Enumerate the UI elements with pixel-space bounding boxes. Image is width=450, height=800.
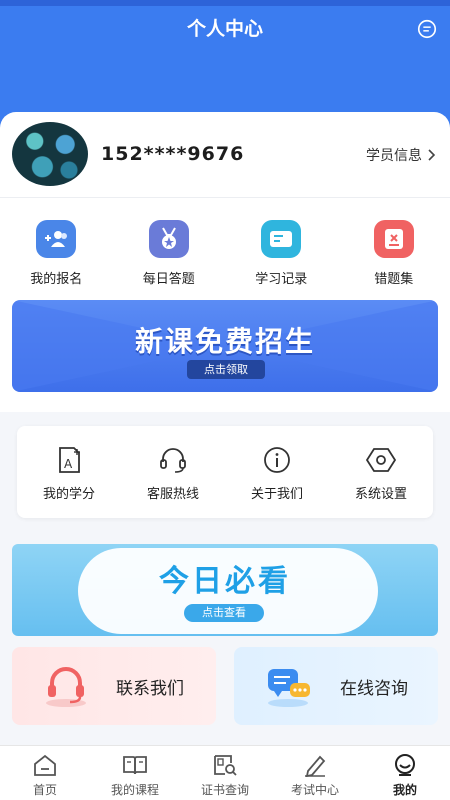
tool-label: 我的学分: [42, 487, 95, 502]
tab-label: 我的课程: [110, 783, 159, 797]
pen-icon: [305, 755, 326, 777]
quick-action-registration[interactable]: 我的报名: [0, 220, 113, 292]
student-info-label: 学员信息: [366, 148, 422, 164]
quick-action-wrong-questions[interactable]: 错题集: [338, 220, 450, 292]
contact-label: 联系我们: [116, 678, 184, 699]
quick-action-label: 学习记录: [255, 272, 308, 287]
home-icon: [34, 754, 56, 776]
settings-icon: [366, 448, 396, 472]
quick-action-daily-quiz[interactable]: 每日答题: [113, 220, 226, 292]
online-consult-card[interactable]: 在线咨询: [234, 647, 438, 725]
view-button[interactable]: 点击查看: [184, 604, 264, 622]
user-icon: [395, 754, 415, 776]
tool-system-settings[interactable]: 系统设置: [329, 426, 433, 518]
headset-icon: [160, 448, 186, 473]
tab-label: 考试中心: [290, 783, 339, 797]
quick-action-label: 错题集: [374, 272, 414, 287]
today-must-see-banner[interactable]: 今日必看 点击查看: [12, 544, 438, 636]
tab-label: 证书查询: [200, 783, 249, 797]
phone-number: 152****9676: [101, 143, 245, 165]
certificate-search-icon: [214, 755, 237, 776]
svg-text:A: A: [64, 457, 73, 471]
wrong-questions-icon: [373, 220, 414, 258]
tab-certificate-search[interactable]: 证书查询: [180, 746, 270, 800]
tool-label: 关于我们: [250, 487, 303, 502]
quick-action-study-record[interactable]: 学习记录: [225, 220, 338, 292]
tool-my-credits[interactable]: A 我的学分: [17, 426, 121, 518]
medal-icon: [148, 220, 189, 258]
tab-label: 首页: [32, 783, 57, 797]
chevron-right-icon: [428, 149, 436, 161]
book-icon: [123, 756, 147, 775]
claim-button[interactable]: 点击领取: [187, 360, 265, 379]
status-strip: [0, 0, 450, 6]
tool-label: 客服热线: [146, 487, 199, 502]
contact-label: 在线咨询: [340, 678, 408, 699]
page-title: 个人中心: [186, 18, 263, 40]
quick-actions: 我的报名 每日答题 学习记录 错题集: [0, 220, 450, 292]
banner-title: 今日必看: [159, 564, 291, 599]
bottom-tab-bar: 首页 我的课程 证书查询 考试中心 我的: [0, 745, 450, 800]
contact-us-card[interactable]: 联系我们: [12, 647, 216, 725]
contact-headset-icon: [38, 661, 94, 711]
tab-exam-center[interactable]: 考试中心: [270, 746, 360, 800]
profile-section: 152****9676 学员信息: [0, 112, 450, 197]
credit-icon: A: [59, 447, 80, 473]
info-icon: [264, 447, 290, 473]
tab-my-courses[interactable]: 我的课程: [90, 746, 180, 800]
student-info-link[interactable]: 学员信息: [366, 145, 436, 165]
registration-icon: [36, 220, 77, 258]
banner-title: 新课免费招生: [134, 325, 315, 358]
avatar[interactable]: [12, 122, 88, 186]
message-icon[interactable]: [416, 18, 438, 40]
chat-bubble-icon: [262, 661, 318, 711]
record-icon: [261, 220, 302, 258]
tool-service-hotline[interactable]: 客服热线: [121, 426, 225, 518]
tool-label: 系统设置: [354, 487, 407, 502]
tab-mine[interactable]: 我的: [360, 746, 450, 800]
quick-action-label: 每日答题: [142, 272, 195, 287]
tab-home[interactable]: 首页: [0, 746, 90, 800]
tools-panel: A 我的学分 客服热线 关于我们 系统设置: [17, 426, 433, 518]
tool-about-us[interactable]: 关于我们: [225, 426, 329, 518]
new-course-banner[interactable]: 新课免费招生 点击领取: [12, 300, 438, 392]
divider: [0, 197, 450, 198]
quick-action-label: 我的报名: [30, 272, 83, 287]
tab-label: 我的: [392, 783, 417, 797]
